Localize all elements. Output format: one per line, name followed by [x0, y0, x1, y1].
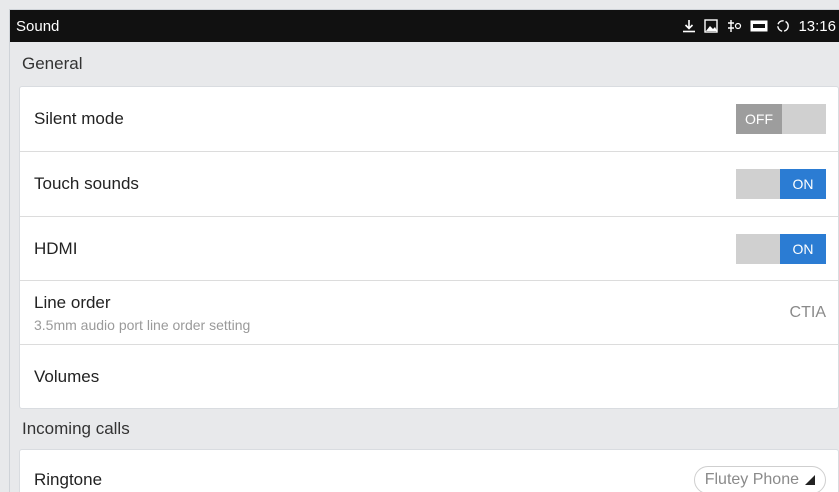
clock: 13:16: [798, 17, 836, 35]
incoming-calls-card: Ringtone Flutey Phone: [19, 449, 839, 492]
hdmi-label: HDMI: [34, 238, 78, 258]
status-bar: Sound 13:16: [10, 10, 839, 42]
silent-mode-toggle[interactable]: OFF: [736, 104, 826, 134]
download-icon: [682, 19, 696, 33]
hdmi-toggle[interactable]: ON: [736, 233, 826, 264]
hdmi-row[interactable]: HDMI ON: [20, 217, 838, 281]
ringtone-selected-value: Flutey Phone: [704, 471, 799, 488]
ringtone-row[interactable]: Ringtone Flutey Phone: [20, 450, 838, 492]
silent-mode-label: Silent mode: [34, 109, 124, 128]
line-order-description: 3.5mm audio port line order setting: [34, 316, 251, 333]
dropdown-arrow-icon: [805, 475, 815, 485]
general-settings-card: Silent mode OFF Touch sounds ON HDMI ON …: [19, 86, 839, 409]
ringtone-dropdown[interactable]: Flutey Phone: [693, 466, 826, 492]
line-order-label: Line order: [34, 292, 111, 312]
section-header-general: General: [22, 54, 83, 73]
section-header-incoming-calls: Incoming calls: [22, 419, 130, 438]
silent-mode-row[interactable]: Silent mode OFF: [20, 87, 838, 152]
toggle-state-label: OFF: [736, 104, 782, 134]
toggle-state-label: ON: [780, 169, 826, 199]
volumes-label: Volumes: [34, 366, 100, 386]
touch-sounds-toggle[interactable]: ON: [736, 169, 826, 199]
usb-debug-icon: [726, 19, 742, 33]
toggle-state-label: ON: [780, 233, 826, 264]
volumes-row[interactable]: Volumes: [20, 345, 838, 408]
status-icons: 13:16: [682, 18, 836, 35]
sync-icon: [776, 19, 790, 33]
hdmi-icon: [750, 20, 768, 32]
line-order-text: Line order 3.5mm audio port line order s…: [34, 293, 250, 333]
touch-sounds-label: Touch sounds: [34, 174, 139, 193]
ringtone-label: Ringtone: [34, 470, 103, 489]
line-order-row[interactable]: Line order 3.5mm audio port line order s…: [20, 281, 838, 345]
touch-sounds-row[interactable]: Touch sounds ON: [20, 152, 838, 217]
image-icon: [704, 19, 719, 33]
line-order-value: CTIA: [789, 303, 826, 321]
settings-window: Sound 13:16 General Silent mode OFF Touc…: [9, 9, 839, 492]
page-title: Sound: [16, 17, 60, 35]
